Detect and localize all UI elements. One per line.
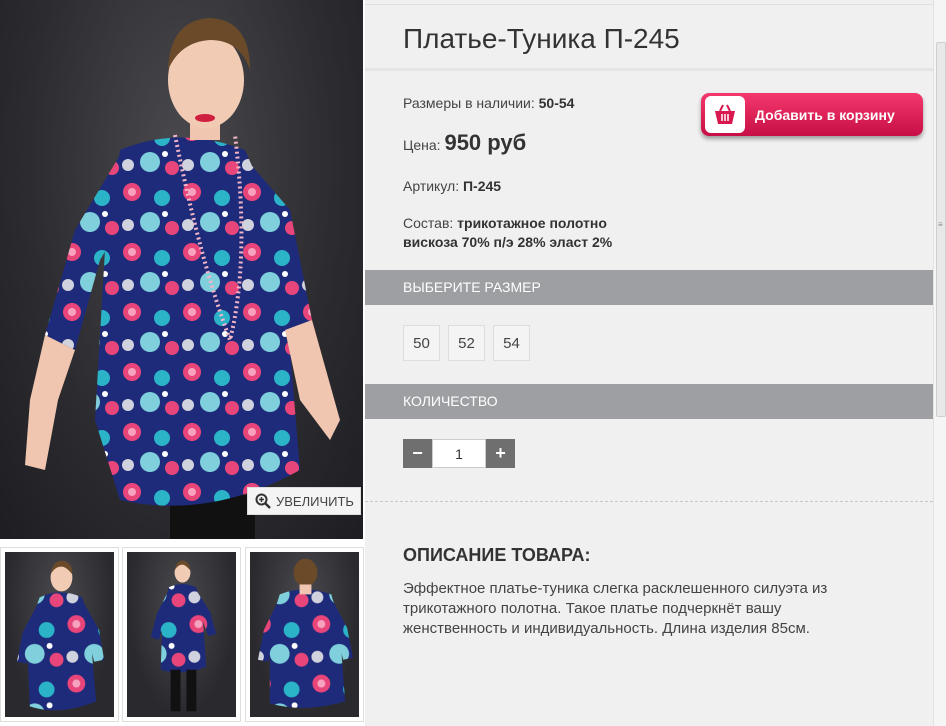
size-section-header: ВЫБЕРИТЕ РАЗМЕР <box>365 270 933 305</box>
size-option-54[interactable]: 54 <box>493 325 530 361</box>
composition-line1: трикотажное полотно <box>457 215 607 231</box>
zoom-button[interactable]: УВЕЛИЧИТЬ <box>247 487 361 515</box>
quantity-section-header: КОЛИЧЕСТВО <box>365 384 933 419</box>
title-box: Платье-Туника П-245 <box>365 5 933 67</box>
model-figure-image <box>25 18 340 539</box>
price-value: 950 руб <box>444 130 527 155</box>
add-to-cart-button[interactable]: Добавить в корзину <box>701 93 923 136</box>
thumbnail-2[interactable] <box>122 547 241 722</box>
thumbnail-image <box>150 560 217 712</box>
sizes-label: Размеры в наличии: <box>403 95 539 111</box>
composition-line2: вискоза 70% п/э 28% эласт 2% <box>403 234 613 250</box>
thumbnail-image <box>257 558 354 708</box>
scrollbar-grip-icon: ≡ <box>938 220 943 229</box>
quantity-input[interactable] <box>432 439 486 468</box>
add-to-cart-label: Добавить в корзину <box>755 106 895 123</box>
thumbnail-image <box>16 560 105 711</box>
sizes-value: 50-54 <box>538 95 575 111</box>
price-label: Цена: <box>403 137 445 153</box>
price: Цена: 950 руб <box>403 130 526 156</box>
description-title: ОПИСАНИЕ ТОВАРА: <box>403 545 591 565</box>
composition: Состав: трикотажное полотно вискоза 70% … <box>403 214 612 252</box>
size-option-52[interactable]: 52 <box>448 325 485 361</box>
description-text: Эффектное платье-туника слегка расклешен… <box>403 580 828 637</box>
divider <box>365 501 933 502</box>
quantity-increase-button[interactable]: + <box>486 439 515 468</box>
composition-label: Состав: <box>403 215 458 231</box>
page-scrollbar[interactable]: ≡ <box>933 0 946 726</box>
zoom-label: УВЕЛИЧИТЬ <box>276 493 354 509</box>
sku: Артикул: П-245 <box>403 178 501 194</box>
divider <box>365 68 933 71</box>
thumbnail-1[interactable] <box>0 547 119 722</box>
scrollbar-thumb[interactable]: ≡ <box>936 42 946 417</box>
main-product-photo[interactable]: УВЕЛИЧИТЬ <box>0 0 363 539</box>
sizes-available: Размеры в наличии: 50-54 <box>403 95 574 111</box>
zoom-in-icon <box>255 493 271 509</box>
basket-icon <box>705 96 745 133</box>
product-title: Платье-Туника П-245 <box>403 23 680 54</box>
thumbnail-strip <box>0 547 364 726</box>
size-option-50[interactable]: 50 <box>403 325 440 361</box>
product-info-panel: Платье-Туника П-245 Размеры в наличии: 5… <box>365 0 933 726</box>
sku-value: П-245 <box>462 178 502 194</box>
thumbnail-3[interactable] <box>245 547 364 722</box>
sku-label: Артикул: <box>403 178 463 194</box>
quantity-decrease-button[interactable]: − <box>403 439 432 468</box>
